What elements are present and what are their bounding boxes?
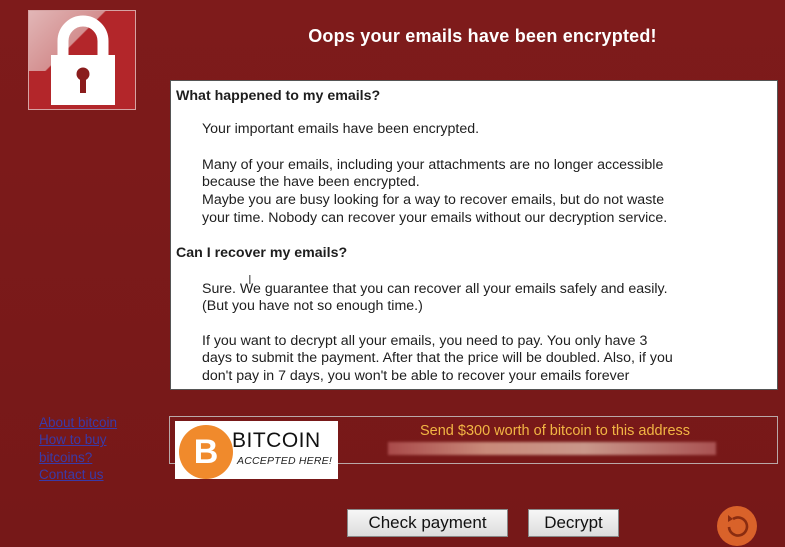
window-title: Oops your emails have been encrypted!: [308, 26, 657, 46]
bitcoin-word: BITCOIN: [232, 429, 321, 452]
paragraph-line: don't pay in 7 days, you won't be able t…: [202, 368, 630, 384]
paragraph-line: days to submit the payment. After that t…: [202, 350, 673, 366]
bitcoin-address-field[interactable]: [388, 442, 716, 455]
paragraph-line: because the have been encrypted.: [202, 174, 420, 190]
link-about-bitcoin[interactable]: About bitcoin: [39, 414, 117, 431]
send-instruction: Send $300 worth of bitcoin to this addre…: [419, 423, 691, 439]
paragraph-line: Sure. We guarantee that you can recover …: [202, 281, 668, 297]
check-payment-button[interactable]: Check payment: [347, 509, 508, 537]
link-contact-us[interactable]: Contact us: [39, 466, 117, 483]
refresh-icon[interactable]: [716, 505, 758, 547]
decrypt-button[interactable]: Decrypt: [528, 509, 619, 537]
padlock-icon: [51, 15, 115, 105]
message-panel[interactable]: What happened to my emails? Your importa…: [170, 80, 778, 390]
text-cursor-icon: I: [248, 272, 252, 287]
paragraph-line: If you want to decrypt all your emails, …: [202, 333, 648, 349]
link-how-to-buy[interactable]: How to buy: [39, 431, 117, 448]
link-bitcoins[interactable]: bitcoins?: [39, 449, 117, 466]
bitcoin-accepted-badge: B BITCOIN ACCEPTED HERE!: [175, 421, 338, 479]
heading-what-happened: What happened to my emails?: [176, 88, 381, 104]
lock-icon-panel: [28, 10, 136, 110]
paragraph-line: Many of your emails, including your atta…: [202, 157, 664, 173]
help-links: About bitcoin How to buy bitcoins? Conta…: [39, 414, 117, 483]
accepted-here-text: ACCEPTED HERE!: [237, 455, 332, 467]
paragraph-line: Maybe you are busy looking for a way to …: [202, 192, 665, 208]
bitcoin-icon: B: [179, 425, 233, 479]
ransom-window: Oops your emails have been encrypted! Wh…: [0, 0, 785, 547]
paragraph-line: (But you have not so enough time.): [202, 298, 423, 314]
paragraph-encrypted: Your important emails have been encrypte…: [202, 121, 480, 137]
paragraph-line: your time. Nobody can recover your email…: [202, 210, 668, 226]
heading-can-recover: Can I recover my emails?: [176, 245, 348, 261]
